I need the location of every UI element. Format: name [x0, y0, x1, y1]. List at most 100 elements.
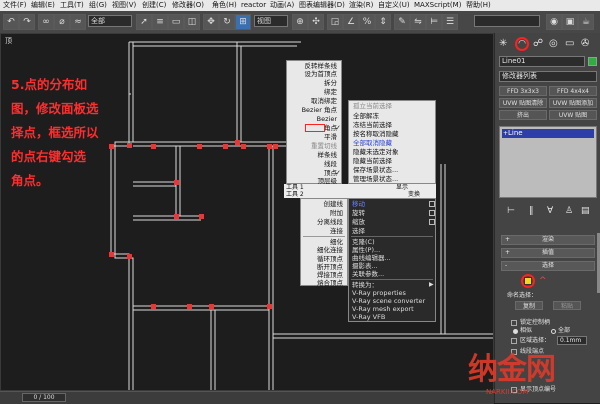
modifier-list-dropdown[interactable]: 修改器列表: [499, 71, 597, 82]
angle-snap-icon[interactable]: ∠: [343, 14, 359, 30]
menu-reactor[interactable]: reactor: [241, 0, 266, 11]
create-tab-icon[interactable]: ✳: [499, 37, 507, 51]
rotate-settings-icon[interactable]: [429, 210, 435, 216]
uvw-map-clear-button[interactable]: UVW 贴图清除: [499, 98, 547, 108]
render-setup-icon[interactable]: ▣: [562, 14, 578, 30]
select-scale-icon[interactable]: ⊞: [235, 14, 251, 30]
segment-mode-icon[interactable]: ^: [539, 277, 547, 286]
rollout-rendering[interactable]: + 渲染: [501, 235, 595, 245]
menu-item-save-scene-state[interactable]: 保存场景状态...: [349, 166, 435, 174]
lock-handles-checkbox[interactable]: [511, 320, 517, 326]
named-selection-icon[interactable]: ✎: [394, 14, 410, 30]
configure-modifier-sets-icon[interactable]: ▤: [581, 205, 590, 217]
scale-settings-icon[interactable]: [429, 219, 435, 225]
object-color-swatch[interactable]: [588, 57, 597, 66]
menu-rendering[interactable]: 渲染(R): [349, 0, 373, 11]
menu-item-weld-vertices[interactable]: 焊接顶点: [301, 271, 347, 279]
select-rotate-icon[interactable]: ↻: [219, 14, 235, 30]
modify-tab-icon[interactable]: ◠: [515, 37, 529, 51]
bind-space-warp-icon[interactable]: ≈: [70, 14, 86, 30]
snap-toggle-icon[interactable]: ◲: [327, 14, 343, 30]
menu-character[interactable]: 角色(H): [212, 0, 237, 11]
area-select-checkbox[interactable]: [511, 338, 517, 344]
menu-item-vray-properties[interactable]: V-Ray properties: [349, 289, 435, 297]
utilities-tab-icon[interactable]: ✇: [581, 37, 589, 51]
move-settings-icon[interactable]: [429, 201, 435, 207]
menu-item-unhide-by-name[interactable]: 按名称取消隐藏: [349, 130, 435, 138]
redo-icon[interactable]: ↷: [19, 14, 35, 30]
uvw-map-add-button[interactable]: UVW 贴图添加: [549, 98, 597, 108]
menu-item-properties[interactable]: 属性(P)...: [349, 246, 435, 254]
menu-item-curve-editor[interactable]: 曲线编辑器...: [349, 254, 435, 262]
hierarchy-tab-icon[interactable]: ☍: [533, 37, 543, 51]
select-object-icon[interactable]: ➚: [136, 14, 152, 30]
align-icon[interactable]: ⊨: [426, 14, 442, 30]
menu-modifiers[interactable]: 修改器(O): [172, 0, 204, 11]
link-icon[interactable]: ∞: [38, 14, 54, 30]
region-select-icon[interactable]: ▭: [168, 14, 184, 30]
menu-item-rotate[interactable]: 旋转: [349, 209, 435, 217]
mirror-icon[interactable]: ⇋: [410, 14, 426, 30]
menu-item-vray-scene-converter[interactable]: V-Ray scene converter: [349, 297, 435, 305]
menu-item-connect[interactable]: 连接: [301, 227, 347, 235]
menu-item-bind[interactable]: 绑定: [287, 88, 341, 96]
menu-item-divide[interactable]: 拆分: [287, 79, 341, 87]
menu-item-attach[interactable]: 附加: [301, 209, 347, 217]
material-editor-icon[interactable]: ◉: [546, 14, 562, 30]
select-move-icon[interactable]: ✥: [203, 14, 219, 30]
all-radio[interactable]: [551, 329, 556, 334]
menu-item-isolate-selection[interactable]: 孤立当前选择: [349, 102, 435, 110]
window-crossing-icon[interactable]: ◫: [184, 14, 200, 30]
menu-help[interactable]: 帮助(H): [466, 0, 491, 11]
remove-modifier-icon[interactable]: ♙: [565, 205, 573, 217]
menu-item-reverse-spline[interactable]: 反转样条线: [287, 62, 341, 70]
quick-render-icon[interactable]: ☕: [578, 14, 594, 30]
menu-create[interactable]: 创建(C): [142, 0, 166, 11]
pin-stack-icon[interactable]: ⊢: [507, 205, 515, 217]
menu-item-reset-tangents[interactable]: 重置切线: [287, 142, 341, 150]
area-select-value[interactable]: 0.1mm: [557, 336, 587, 345]
menu-item-make-first[interactable]: 设为首顶点: [287, 70, 341, 78]
menu-item-scale[interactable]: 缩放: [349, 218, 435, 226]
menu-file[interactable]: 文件(F): [3, 0, 27, 11]
menu-item-unbind[interactable]: 取消绑定: [287, 97, 341, 105]
select-by-name-icon[interactable]: ≡: [152, 14, 168, 30]
motion-tab-icon[interactable]: ◎: [549, 37, 558, 51]
menu-item-unhide-all[interactable]: 全部取消隐藏: [349, 139, 435, 147]
menu-item-dope-sheet[interactable]: 摄影表...: [349, 262, 435, 270]
rollout-selection[interactable]: - 选择: [501, 261, 595, 271]
menu-animation[interactable]: 动画(A): [270, 0, 294, 11]
menu-item-unfreeze-all[interactable]: 全部解冻: [349, 112, 435, 120]
named-selection-sets-dropdown[interactable]: [474, 15, 540, 27]
menu-item-vray-mesh-export[interactable]: V-Ray mesh export: [349, 305, 435, 313]
percent-snap-icon[interactable]: %: [359, 14, 375, 30]
modifier-stack[interactable]: Line +: [499, 126, 597, 198]
similar-radio[interactable]: [513, 329, 518, 334]
menu-item-freeze-selection[interactable]: 冻结当前选择: [349, 121, 435, 129]
extrude-button[interactable]: 挤出: [499, 110, 547, 120]
menu-item-create-line[interactable]: 创建线: [301, 200, 347, 208]
menu-item-manage-scene-states[interactable]: 管理场景状态...: [349, 175, 435, 183]
menu-group[interactable]: 组(G): [89, 0, 107, 11]
menu-item-convert-to[interactable]: 转换为：: [349, 281, 435, 289]
menu-item-refine-connect[interactable]: 细化连接: [301, 246, 347, 254]
reference-coordinate-dropdown[interactable]: 视图: [254, 15, 288, 27]
menu-item-move[interactable]: 移动: [349, 200, 435, 208]
pivot-center-icon[interactable]: ⊕: [292, 14, 308, 30]
menu-customize[interactable]: 自定义(U): [378, 0, 410, 11]
uvw-map-button[interactable]: UVW 贴图: [549, 110, 597, 120]
menu-item-detach-segment[interactable]: 分离线段: [301, 218, 347, 226]
menu-item-select[interactable]: 选择: [349, 227, 435, 235]
menu-item-bezier-corner[interactable]: Bezier 角点: [287, 106, 341, 114]
layer-manager-icon[interactable]: ☰: [442, 14, 458, 30]
menu-item-bezier[interactable]: Bezier: [287, 115, 341, 123]
select-manipulate-icon[interactable]: ✣: [308, 14, 324, 30]
menu-item-refine[interactable]: 细化: [301, 238, 347, 246]
selection-filter-dropdown[interactable]: 全部: [88, 15, 132, 27]
make-unique-icon[interactable]: ∀: [547, 205, 553, 217]
menu-item-break-vertices[interactable]: 断开顶点: [301, 263, 347, 271]
menu-item-fuse-vertices[interactable]: 熔合顶点: [301, 279, 347, 287]
menu-item-clone[interactable]: 克隆(C): [349, 238, 435, 246]
menu-graph-editors[interactable]: 图表编辑器(D): [299, 0, 345, 11]
menu-item-vertex[interactable]: 顶点: [287, 169, 341, 177]
